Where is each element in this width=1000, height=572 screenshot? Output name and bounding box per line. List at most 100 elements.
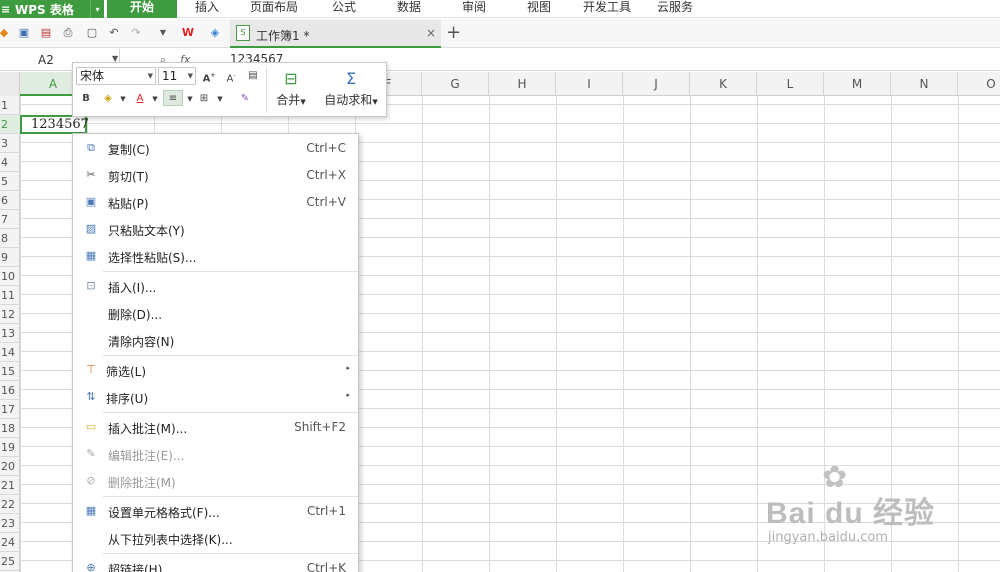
undo-icon[interactable]: ↶ bbox=[106, 25, 122, 41]
row-header[interactable]: 8 bbox=[0, 229, 20, 248]
row-header[interactable]: 15 bbox=[0, 362, 20, 381]
row-header[interactable]: 2 bbox=[0, 115, 20, 134]
mini-format-toolbar: 宋体 ▼ 11 ▼ A+ A- ▤ B ◈ ▼ A ▼ ≡ ▼ ⊞ ▼ ✎ ⊟ 合并… bbox=[72, 62, 387, 117]
active-cell-a2[interactable]: 1234567 bbox=[20, 115, 89, 134]
menu-item-insert[interactable]: ⊡ 插入(I)... bbox=[73, 273, 358, 300]
row-header[interactable]: 10 bbox=[0, 267, 20, 286]
chevron-down-icon[interactable]: ▼ bbox=[213, 91, 227, 107]
row-header[interactable]: 22 bbox=[0, 495, 20, 514]
row-header[interactable]: 19 bbox=[0, 438, 20, 457]
chevron-down-icon[interactable]: ▼ bbox=[148, 91, 162, 107]
row-header[interactable]: 11 bbox=[0, 286, 20, 305]
align-center-icon[interactable]: ≡ bbox=[163, 90, 183, 106]
select-all-corner[interactable] bbox=[0, 72, 20, 96]
menu-item-paste-special[interactable]: ▦ 选择性粘贴(S)... bbox=[73, 243, 358, 270]
row-header[interactable]: 5 bbox=[0, 172, 20, 191]
tab-formulas[interactable]: 公式 bbox=[332, 0, 356, 18]
row-header[interactable]: 24 bbox=[0, 533, 20, 552]
chevron-down-icon[interactable]: ▾ bbox=[90, 0, 104, 18]
menu-item-pick-from-list[interactable]: 从下拉列表中选择(K)... bbox=[73, 525, 358, 552]
tab-data[interactable]: 数据 bbox=[397, 0, 421, 18]
menu-divider bbox=[103, 496, 358, 497]
format-painter-icon[interactable]: ▤ bbox=[246, 68, 260, 84]
cube-icon[interactable]: ◈ bbox=[207, 25, 223, 41]
tab-review[interactable]: 审阅 bbox=[462, 0, 486, 18]
row-header[interactable]: 1 bbox=[0, 96, 20, 115]
row-header[interactable]: 7 bbox=[0, 210, 20, 229]
menu-item-paste-text[interactable]: ▨ 只粘贴文本(Y) bbox=[73, 216, 358, 243]
row-header[interactable]: 17 bbox=[0, 400, 20, 419]
borders-icon[interactable]: ⊞ bbox=[197, 91, 211, 107]
menu-item-cut[interactable]: ✂ 剪切(T) Ctrl+X bbox=[73, 162, 358, 189]
redo-icon[interactable]: ↷ bbox=[128, 25, 144, 41]
shrink-font-button[interactable]: A- bbox=[224, 68, 238, 84]
row-header[interactable]: 21 bbox=[0, 476, 20, 495]
column-header-j[interactable]: J bbox=[623, 72, 690, 96]
row-header[interactable]: 4 bbox=[0, 153, 20, 172]
tab-cloud[interactable]: 云服务 bbox=[657, 0, 693, 18]
save-icon[interactable]: ▣ bbox=[16, 25, 32, 41]
tab-view[interactable]: 视图 bbox=[527, 0, 551, 18]
font-size-select[interactable]: 11 ▼ bbox=[158, 67, 196, 85]
font-name-select[interactable]: 宋体 ▼ bbox=[76, 67, 156, 85]
row-header[interactable]: 16 bbox=[0, 381, 20, 400]
clear-format-icon[interactable]: ✎ bbox=[238, 91, 252, 107]
menu-item-delete[interactable]: 删除(D)... bbox=[73, 300, 358, 327]
row-header[interactable]: 25 bbox=[0, 552, 20, 571]
baidu-watermark: ✿ Bai du 经验 jingyan.baidu.com bbox=[760, 460, 960, 560]
print-preview-icon[interactable]: ▢ bbox=[84, 25, 100, 41]
row-header[interactable]: 12 bbox=[0, 305, 20, 324]
bold-button[interactable]: B bbox=[79, 91, 93, 107]
grow-font-button[interactable]: A+ bbox=[202, 68, 216, 84]
new-tab-button[interactable]: + bbox=[446, 22, 461, 43]
menu-item-clear-contents[interactable]: 清除内容(N) bbox=[73, 327, 358, 354]
row-header[interactable]: 18 bbox=[0, 419, 20, 438]
customize-dropdown-icon[interactable]: ▼ bbox=[155, 25, 171, 41]
menu-item-paste[interactable]: ▣ 粘贴(P) Ctrl+V bbox=[73, 189, 358, 216]
tab-insert[interactable]: 插入 bbox=[195, 0, 219, 18]
fill-color-icon[interactable]: ◈ bbox=[101, 91, 115, 107]
row-header[interactable]: 6 bbox=[0, 191, 20, 210]
chevron-down-icon[interactable]: ▼ bbox=[116, 91, 130, 107]
column-header-l[interactable]: L bbox=[757, 72, 824, 96]
menu-item-format-cells[interactable]: ▦ 设置单元格格式(F)... Ctrl+1 bbox=[73, 498, 358, 525]
menu-item-filter[interactable]: ⊤ 筛选(L) ▸ bbox=[73, 357, 358, 384]
column-header-g[interactable]: G bbox=[422, 72, 489, 96]
menu-item-hyperlink[interactable]: ⊕ 超链接(H)... Ctrl+K bbox=[73, 555, 358, 572]
chevron-down-icon[interactable]: ▼ bbox=[183, 91, 197, 107]
column-header-m[interactable]: M bbox=[824, 72, 891, 96]
autosum-button[interactable]: Σ 自动求和▼ bbox=[317, 67, 385, 115]
document-tab[interactable]: S 工作簿1 * × bbox=[230, 20, 441, 48]
divider bbox=[266, 67, 267, 113]
font-color-button[interactable]: A bbox=[133, 91, 147, 107]
wps-logo-icon[interactable]: W bbox=[180, 25, 196, 41]
column-header-n[interactable]: N bbox=[891, 72, 958, 96]
column-header-k[interactable]: K bbox=[690, 72, 757, 96]
menu-item-copy[interactable]: ⧉ 复制(C) Ctrl+C bbox=[73, 135, 358, 162]
column-header-h[interactable]: H bbox=[489, 72, 556, 96]
submenu-arrow-icon: ▸ bbox=[346, 391, 350, 399]
paste-special-icon: ▦ bbox=[85, 249, 97, 262]
filter-icon: ⊤ bbox=[86, 363, 96, 376]
tab-home[interactable]: 开始 bbox=[107, 0, 177, 18]
merge-button[interactable]: ⊟ 合并▼ bbox=[272, 67, 310, 115]
app-menu-button[interactable]: ≡ WPS 表格 ▾ bbox=[0, 0, 104, 18]
tab-developer[interactable]: 开发工具 bbox=[583, 0, 631, 18]
app-name: WPS 表格 bbox=[15, 2, 74, 17]
close-icon[interactable]: × bbox=[426, 26, 436, 40]
row-header[interactable]: 3 bbox=[0, 134, 20, 153]
column-header-i[interactable]: I bbox=[556, 72, 623, 96]
export-pdf-icon[interactable]: ▤ bbox=[38, 25, 54, 41]
row-header[interactable]: 14 bbox=[0, 343, 20, 362]
menu-item-insert-comment[interactable]: ▭ 插入批注(M)... Shift+F2 bbox=[73, 414, 358, 441]
menu-item-sort[interactable]: ⇅ 排序(U) ▸ bbox=[73, 384, 358, 411]
open-icon[interactable]: ◆ bbox=[0, 25, 12, 41]
row-header[interactable]: 13 bbox=[0, 324, 20, 343]
column-header-o[interactable]: O bbox=[958, 72, 1000, 96]
row-header[interactable]: 23 bbox=[0, 514, 20, 533]
print-icon[interactable]: ⎙ bbox=[60, 25, 76, 41]
tab-page-layout[interactable]: 页面布局 bbox=[250, 0, 298, 18]
row-header[interactable]: 20 bbox=[0, 457, 20, 476]
sort-icon: ⇅ bbox=[86, 390, 96, 403]
row-header[interactable]: 9 bbox=[0, 248, 20, 267]
